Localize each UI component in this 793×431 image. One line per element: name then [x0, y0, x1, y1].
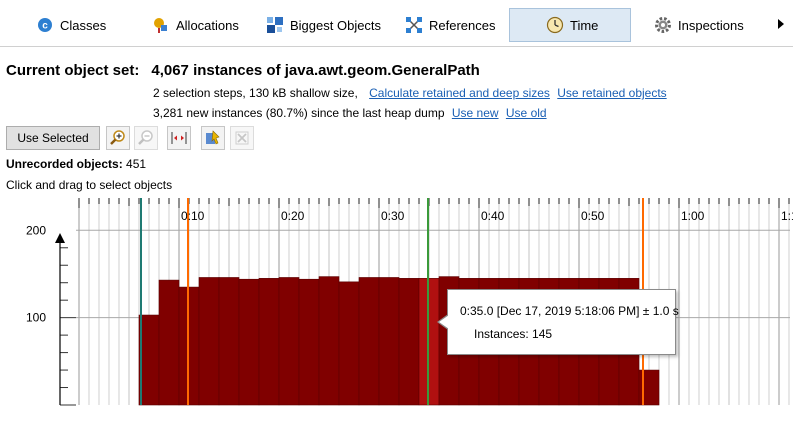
- tab-classes[interactable]: c Classes: [36, 8, 146, 42]
- histogram-bar: [338, 281, 360, 406]
- histogram-bar: [298, 278, 320, 406]
- svg-text:c: c: [42, 21, 48, 32]
- tab-biggest-objects-label: Biggest Objects: [290, 17, 382, 33]
- selection-steps-text: 2 selection steps, 130 kB shallow size,: [153, 86, 358, 100]
- tab-references-label: References: [429, 17, 496, 33]
- use-new-link[interactable]: Use new: [452, 106, 499, 120]
- zoom-out-icon: [138, 130, 153, 145]
- zoom-in-icon: [110, 130, 125, 145]
- histogram-bar: [358, 277, 380, 406]
- tab-references[interactable]: References: [405, 8, 505, 42]
- histogram-bar: [278, 277, 300, 406]
- unrecorded-objects-value: 451: [126, 157, 147, 171]
- histogram-bar: [238, 278, 260, 406]
- current-object-set: Current object set: 4,067 instances of ja…: [6, 62, 480, 79]
- tooltip-time: 0:35.0 [Dec 17, 2019 5:18:06 PM] ± 1.0 s: [460, 304, 679, 318]
- unrecorded-objects-label: Unrecorded objects:: [6, 157, 123, 171]
- new-instances-line: 3,281 new instances (80.7%) since the la…: [153, 106, 547, 120]
- new-instances-text: 3,281 new instances (80.7%) since the la…: [153, 106, 445, 120]
- tab-time-label: Time: [570, 17, 599, 33]
- delete-button[interactable]: [230, 126, 254, 150]
- clock-icon: [546, 16, 564, 34]
- drag-hint: Click and drag to select objects: [6, 178, 173, 192]
- histogram-bar: [158, 279, 180, 406]
- use-selected-button[interactable]: Use Selected: [6, 126, 100, 150]
- x-tick-label: 0:20: [281, 209, 305, 223]
- tab-allocations[interactable]: Allocations: [152, 8, 262, 42]
- tab-inspections[interactable]: Inspections: [654, 8, 764, 42]
- gear-icon: [654, 16, 672, 34]
- use-retained-objects-link[interactable]: Use retained objects: [557, 86, 666, 100]
- zoom-in-button[interactable]: [106, 126, 130, 150]
- x-tick-label: 1:10: [781, 209, 793, 223]
- tooltip-instances: Instances: 145: [474, 327, 553, 341]
- tab-inspections-label: Inspections: [678, 17, 744, 33]
- y-tick-label: 200: [26, 223, 46, 237]
- object-set-value: 4,067 instances of java.awt.geom.General…: [151, 62, 480, 79]
- select-icon: [206, 130, 220, 145]
- view-tab-bar: c Classes Allocations Biggest Objects Re…: [0, 0, 793, 47]
- tab-allocations-label: Allocations: [176, 17, 239, 33]
- tab-time[interactable]: Time: [509, 8, 631, 42]
- object-set-label: Current object set:: [6, 62, 140, 79]
- histogram-bar: [398, 278, 420, 406]
- histogram-bar: [378, 277, 400, 406]
- y-axis-arrow: [55, 233, 65, 243]
- unrecorded-objects: Unrecorded objects: 451: [6, 157, 146, 171]
- y-tick-label: 100: [26, 311, 46, 325]
- histogram-bar: [218, 277, 240, 406]
- histogram-bar: [318, 276, 340, 406]
- x-tick-label: 0:40: [481, 209, 505, 223]
- x-tick-label: 1:00: [681, 209, 705, 223]
- histogram-bar: [198, 277, 220, 406]
- references-icon: [405, 16, 423, 34]
- fit-width-button[interactable]: [167, 126, 191, 150]
- tab-biggest-objects[interactable]: Biggest Objects: [266, 8, 396, 42]
- histogram-tooltip: 0:35.0 [Dec 17, 2019 5:18:06 PM] ± 1.0 s…: [437, 289, 679, 355]
- delete-icon: [235, 131, 249, 145]
- fit-width-icon: [171, 132, 187, 144]
- tabs-overflow-arrow-icon[interactable]: [778, 19, 784, 29]
- selection-steps-line: 2 selection steps, 130 kB shallow size, …: [153, 86, 667, 100]
- x-tick-label: 0:30: [381, 209, 405, 223]
- classes-icon: c: [36, 16, 54, 34]
- allocations-icon: [152, 16, 170, 34]
- histogram-bar: [258, 278, 280, 406]
- select-button[interactable]: [201, 126, 225, 150]
- x-tick-label: 0:50: [581, 209, 605, 223]
- zoom-out-button[interactable]: [134, 126, 158, 150]
- calculate-deep-sizes-link[interactable]: Calculate retained and deep sizes: [369, 86, 550, 100]
- tab-classes-label: Classes: [60, 17, 107, 33]
- x-tick-label: 0:10: [181, 209, 205, 223]
- biggest-objects-icon: [266, 16, 284, 34]
- use-old-link[interactable]: Use old: [506, 106, 547, 120]
